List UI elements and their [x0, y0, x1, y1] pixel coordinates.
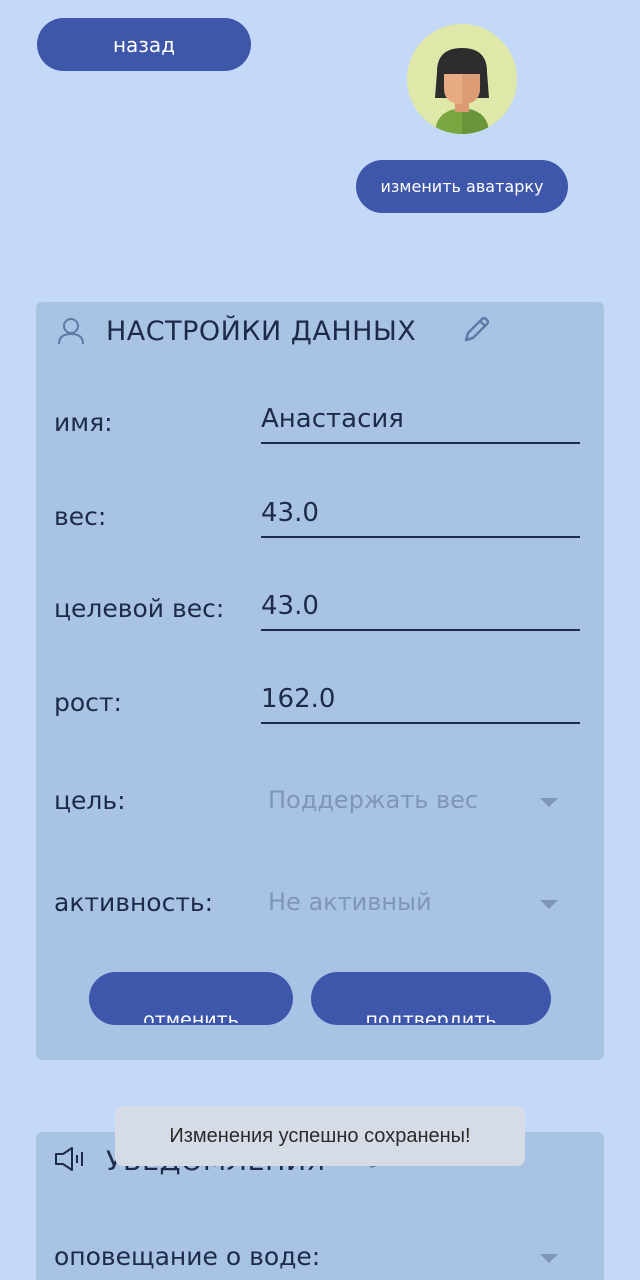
name-label: имя:	[54, 408, 113, 437]
activity-select[interactable]: Не активный	[268, 888, 558, 928]
avatar	[407, 24, 517, 134]
toast-notification: Изменения успешно сохранены!	[115, 1106, 525, 1166]
name-field[interactable]: Анастасия	[261, 400, 580, 444]
chevron-down-icon	[540, 1254, 558, 1263]
goal-select[interactable]: Поддержать вес	[268, 786, 558, 826]
speaker-icon	[55, 1147, 83, 1171]
weight-field[interactable]: 43.0	[261, 494, 580, 538]
goal-label: цель:	[54, 786, 126, 815]
height-label: рост:	[54, 688, 122, 717]
avatar-woman-icon	[435, 48, 489, 134]
data-settings-title: НАСТРОЙКИ ДАННЫХ	[106, 316, 417, 347]
cancel-button[interactable]: отменить	[89, 972, 293, 1025]
pencil-icon[interactable]	[460, 314, 492, 346]
weight-label: вес:	[54, 502, 107, 531]
activity-label: активность:	[54, 888, 214, 917]
change-avatar-button[interactable]: изменить аватарку	[356, 160, 568, 213]
target-weight-label: целевой вес:	[54, 594, 225, 623]
user-icon	[58, 318, 84, 345]
water-notification-label: оповещание о воде:	[54, 1242, 321, 1271]
chevron-down-icon	[540, 798, 558, 807]
confirm-button-label: подтвердить	[365, 1009, 497, 1023]
water-notification-select[interactable]	[522, 1242, 558, 1280]
chevron-down-icon	[540, 900, 558, 909]
back-button[interactable]: назад	[37, 18, 251, 71]
goal-selected-value: Поддержать вес	[268, 786, 479, 814]
cancel-button-label: отменить	[143, 1009, 239, 1023]
target-weight-field[interactable]: 43.0	[261, 587, 580, 631]
data-settings-card: НАСТРОЙКИ ДАННЫХ имя: Анастасия вес: 43.…	[36, 302, 604, 1060]
height-field[interactable]: 162.0	[261, 680, 580, 724]
confirm-button[interactable]: подтвердить	[311, 972, 551, 1025]
activity-selected-value: Не активный	[268, 888, 432, 916]
